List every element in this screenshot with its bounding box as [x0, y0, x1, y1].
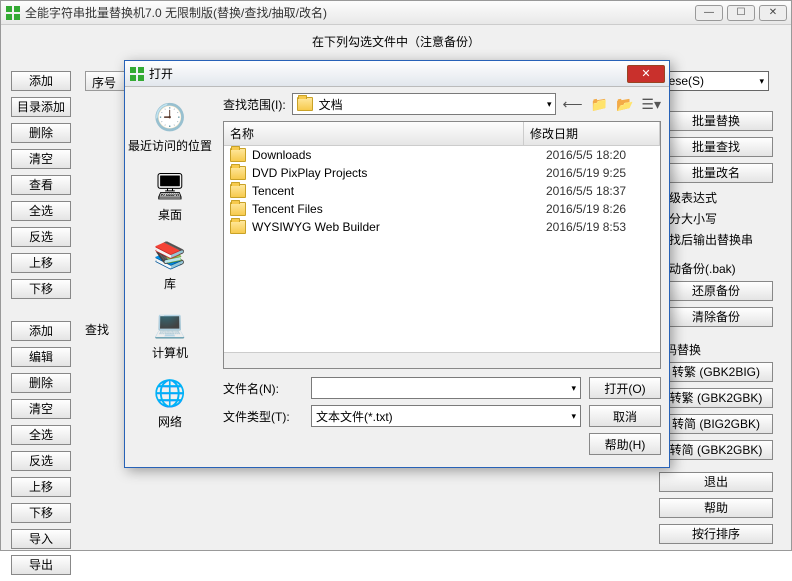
horizontal-scrollbar[interactable]: [224, 352, 660, 368]
button-全选[interactable]: 全选: [11, 201, 71, 221]
button-上移[interactable]: 上移: [11, 477, 71, 497]
check-找后输出替换串[interactable]: 找后输出替换串: [653, 231, 779, 248]
button-编辑[interactable]: 编辑: [11, 347, 71, 367]
titlebar: 全能字符串批量替换机7.0 无限制版(替换/查找/抽取/改名) — ☐ ✕: [1, 1, 791, 25]
folder-icon: [230, 202, 246, 216]
folder-row[interactable]: WYSIWYG Web Builder2016/5/19 8:53: [224, 218, 660, 236]
folder-icon: [230, 184, 246, 198]
button-删除[interactable]: 删除: [11, 123, 71, 143]
cancel-button[interactable]: 取消: [589, 405, 661, 427]
app-icon: [5, 5, 21, 21]
button-转简 (GBK2GBK)[interactable]: 转简 (GBK2GBK): [659, 440, 773, 460]
button-全选[interactable]: 全选: [11, 425, 71, 445]
open-file-dialog: 打开 ✕ 🕘最近访问的位置🖥桌面📚库💻计算机🌐网络 查找范围(I): 文档 ⟵ …: [124, 60, 670, 468]
button-导入[interactable]: 导入: [11, 529, 71, 549]
button-批量查找[interactable]: 批量查找: [659, 137, 773, 157]
filetype-combo[interactable]: 文本文件(*.txt): [311, 405, 581, 427]
minimize-button[interactable]: —: [695, 5, 723, 21]
filetype-label: 文件类型(T):: [223, 408, 303, 425]
place-最近访问的位置[interactable]: 🕘最近访问的位置: [125, 99, 215, 154]
filename-input[interactable]: [311, 377, 581, 399]
place-网络[interactable]: 🌐网络: [125, 375, 215, 430]
folder-icon: [230, 148, 246, 162]
place-库[interactable]: 📚库: [125, 237, 215, 292]
button-添加[interactable]: 添加: [11, 321, 71, 341]
button-还原备份[interactable]: 还原备份: [659, 281, 773, 301]
col-name[interactable]: 名称: [224, 122, 524, 145]
button-反选[interactable]: 反选: [11, 227, 71, 247]
button-退出[interactable]: 退出: [659, 472, 773, 492]
button-转简 (BIG2GBK)[interactable]: 转简 (BIG2GBK): [659, 414, 773, 434]
title-text: 全能字符串批量替换机7.0 无限制版(替换/查找/抽取/改名): [25, 4, 695, 21]
dialog-titlebar: 打开 ✕: [125, 61, 669, 87]
button-转繁 (GBK2BIG)[interactable]: 转繁 (GBK2BIG): [659, 362, 773, 382]
col-date[interactable]: 修改日期: [524, 122, 660, 145]
left-buttons-bottom: 添加编辑删除清空全选反选上移下移导入导出: [11, 321, 77, 581]
button-批量替换[interactable]: 批量替换: [659, 111, 773, 131]
left-buttons-top: 添加目录添加删除清空查看全选反选上移下移: [11, 71, 77, 305]
button-清空[interactable]: 清空: [11, 399, 71, 419]
top-instruction: 在下列勾选文件中（注意备份）: [7, 31, 785, 54]
button-删除[interactable]: 删除: [11, 373, 71, 393]
views-icon[interactable]: ☰▾: [641, 96, 661, 113]
folder-icon: [297, 97, 313, 111]
filename-label: 文件名(N):: [223, 380, 303, 397]
folder-icon: [230, 166, 246, 180]
dialog-places-bar: 🕘最近访问的位置 🖥桌面 📚库 💻计算机 🌐网络: [125, 87, 215, 467]
button-添加[interactable]: 添加: [11, 71, 71, 91]
place-计算机[interactable]: 💻计算机: [125, 306, 215, 361]
button-批量改名[interactable]: 批量改名: [659, 163, 773, 183]
check-级表达式[interactable]: 级表达式: [653, 189, 779, 206]
button-转繁 (GBK2GBK)[interactable]: 转繁 (GBK2GBK): [659, 388, 773, 408]
close-button[interactable]: ✕: [759, 5, 787, 21]
button-帮助[interactable]: 帮助: [659, 498, 773, 518]
button-目录添加[interactable]: 目录添加: [11, 97, 71, 117]
button-查看[interactable]: 查看: [11, 175, 71, 195]
lookin-combo[interactable]: 文档: [292, 93, 557, 115]
button-反选[interactable]: 反选: [11, 451, 71, 471]
button-清除备份[interactable]: 清除备份: [659, 307, 773, 327]
maximize-button[interactable]: ☐: [727, 5, 755, 21]
help-button[interactable]: 帮助(H): [589, 433, 661, 455]
folder-row[interactable]: Tencent Files2016/5/19 8:26: [224, 200, 660, 218]
encoding-title: 内码替换: [653, 341, 779, 358]
button-按行排序[interactable]: 按行排序: [659, 524, 773, 544]
check-分大小写[interactable]: 分大小写: [653, 210, 779, 227]
button-上移[interactable]: 上移: [11, 253, 71, 273]
file-list: 名称 修改日期 Downloads2016/5/5 18:20DVD PixPl…: [223, 121, 661, 369]
folder-row[interactable]: Tencent2016/5/5 18:37: [224, 182, 660, 200]
dialog-title: 打开: [149, 65, 627, 82]
open-button[interactable]: 打开(O): [589, 377, 661, 399]
folder-row[interactable]: Downloads2016/5/5 18:20: [224, 146, 660, 164]
folder-row[interactable]: DVD PixPlay Projects2016/5/19 9:25: [224, 164, 660, 182]
dialog-icon: [129, 66, 145, 82]
button-清空[interactable]: 清空: [11, 149, 71, 169]
dialog-close-button[interactable]: ✕: [627, 65, 665, 83]
place-桌面[interactable]: 🖥桌面: [125, 168, 215, 223]
lookin-value: 文档: [319, 96, 343, 113]
folder-icon: [230, 220, 246, 234]
button-导出[interactable]: 导出: [11, 555, 71, 575]
up-icon[interactable]: 📁: [591, 96, 608, 113]
lookin-label: 查找范围(I):: [223, 96, 286, 113]
button-下移[interactable]: 下移: [11, 503, 71, 523]
back-icon[interactable]: ⟵: [562, 96, 582, 113]
check-动备份(.bak)[interactable]: 动备份(.bak): [653, 260, 779, 277]
newfolder-icon[interactable]: 📂: [616, 96, 633, 113]
button-下移[interactable]: 下移: [11, 279, 71, 299]
find-label: 查找: [85, 321, 109, 338]
